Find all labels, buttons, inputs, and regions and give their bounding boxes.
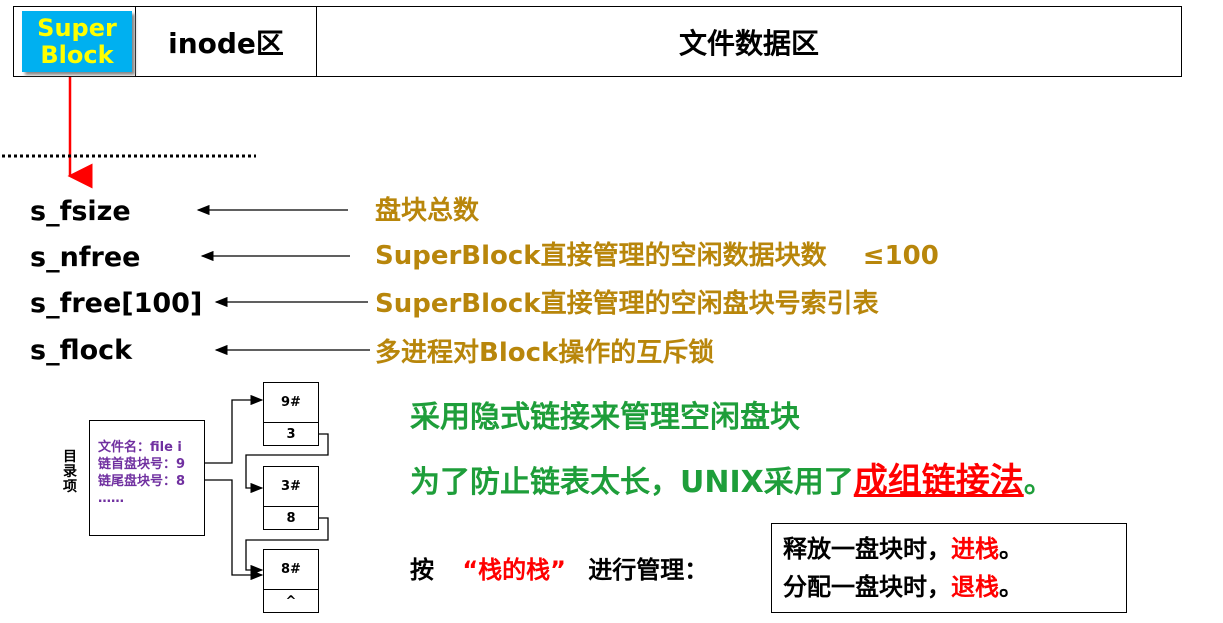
grouped-link-note: 为了防止链表太长，UNIX采用了成组链接法。	[410, 453, 1054, 502]
desc-s-fsize: 盘块总数	[375, 196, 480, 226]
directory-ellipsis: ……	[98, 491, 124, 506]
field-s-fsize: s_fsize	[30, 196, 131, 227]
directory-label-char: 录	[63, 464, 77, 480]
grouped-link-suffix: 。	[1023, 465, 1054, 500]
directory-label-char: 目	[63, 449, 77, 465]
grouped-link-prefix: 为了防止链表太长，UNIX采用了	[410, 465, 854, 500]
field-s-free: s_free[100]	[30, 288, 203, 319]
desc-s-free: SuperBlock直接管理的空闲盘块号索引表	[375, 289, 879, 319]
alloc-end: 。	[999, 573, 1023, 601]
block-next: 8	[263, 506, 319, 530]
release-prefix: 释放一盘块时，	[783, 535, 951, 563]
block-next: ^	[263, 589, 319, 613]
field-s-nfree: s_nfree	[30, 242, 141, 273]
block-next: 3	[263, 422, 319, 446]
block-id: 9#	[263, 382, 319, 423]
grouped-link-method: 成组链接法	[853, 461, 1024, 501]
directory-filename: 文件名：file i	[98, 440, 182, 455]
head-link	[205, 394, 264, 464]
stack-manage-suffix: 进行管理：	[588, 556, 709, 584]
desc-s-nfree: SuperBlock直接管理的空闲数据块数 ≤100	[375, 241, 939, 271]
desc-s-flock: 多进程对Block操作的互斥锁	[375, 338, 715, 368]
alloc-prefix: 分配一盘块时，	[783, 573, 951, 601]
block-id: 3#	[263, 466, 319, 507]
stack-ops-box: 释放一盘块时，进栈。 分配一盘块时，退栈。	[771, 523, 1127, 613]
stack-manage-quote: “栈的栈”	[462, 556, 566, 584]
stack-manage-line: 按 “栈的栈” 进行管理：	[410, 550, 708, 585]
release-action: 进栈	[951, 535, 999, 563]
tail-link	[205, 479, 264, 581]
release-line: 释放一盘块时，进栈。	[783, 530, 1126, 568]
field-s-flock: s_flock	[30, 335, 133, 366]
alloc-line: 分配一盘块时，退栈。	[783, 568, 1126, 606]
implicit-link-note: 采用隐式链接来管理空闲盘块	[410, 400, 800, 435]
release-end: 。	[999, 535, 1023, 563]
directory-entry-label: 目 录 项	[60, 450, 80, 495]
directory-entry-box: 文件名：file i 链首盘块号：9 链尾盘块号：8 ……	[89, 420, 205, 536]
directory-tail-block: 链尾盘块号：8	[98, 474, 186, 489]
directory-label-char: 项	[63, 479, 77, 495]
alloc-action: 退栈	[951, 573, 999, 601]
stack-manage-prefix: 按	[410, 556, 434, 584]
block-id: 8#	[263, 549, 319, 590]
directory-head-block: 链首盘块号：9	[98, 457, 186, 472]
